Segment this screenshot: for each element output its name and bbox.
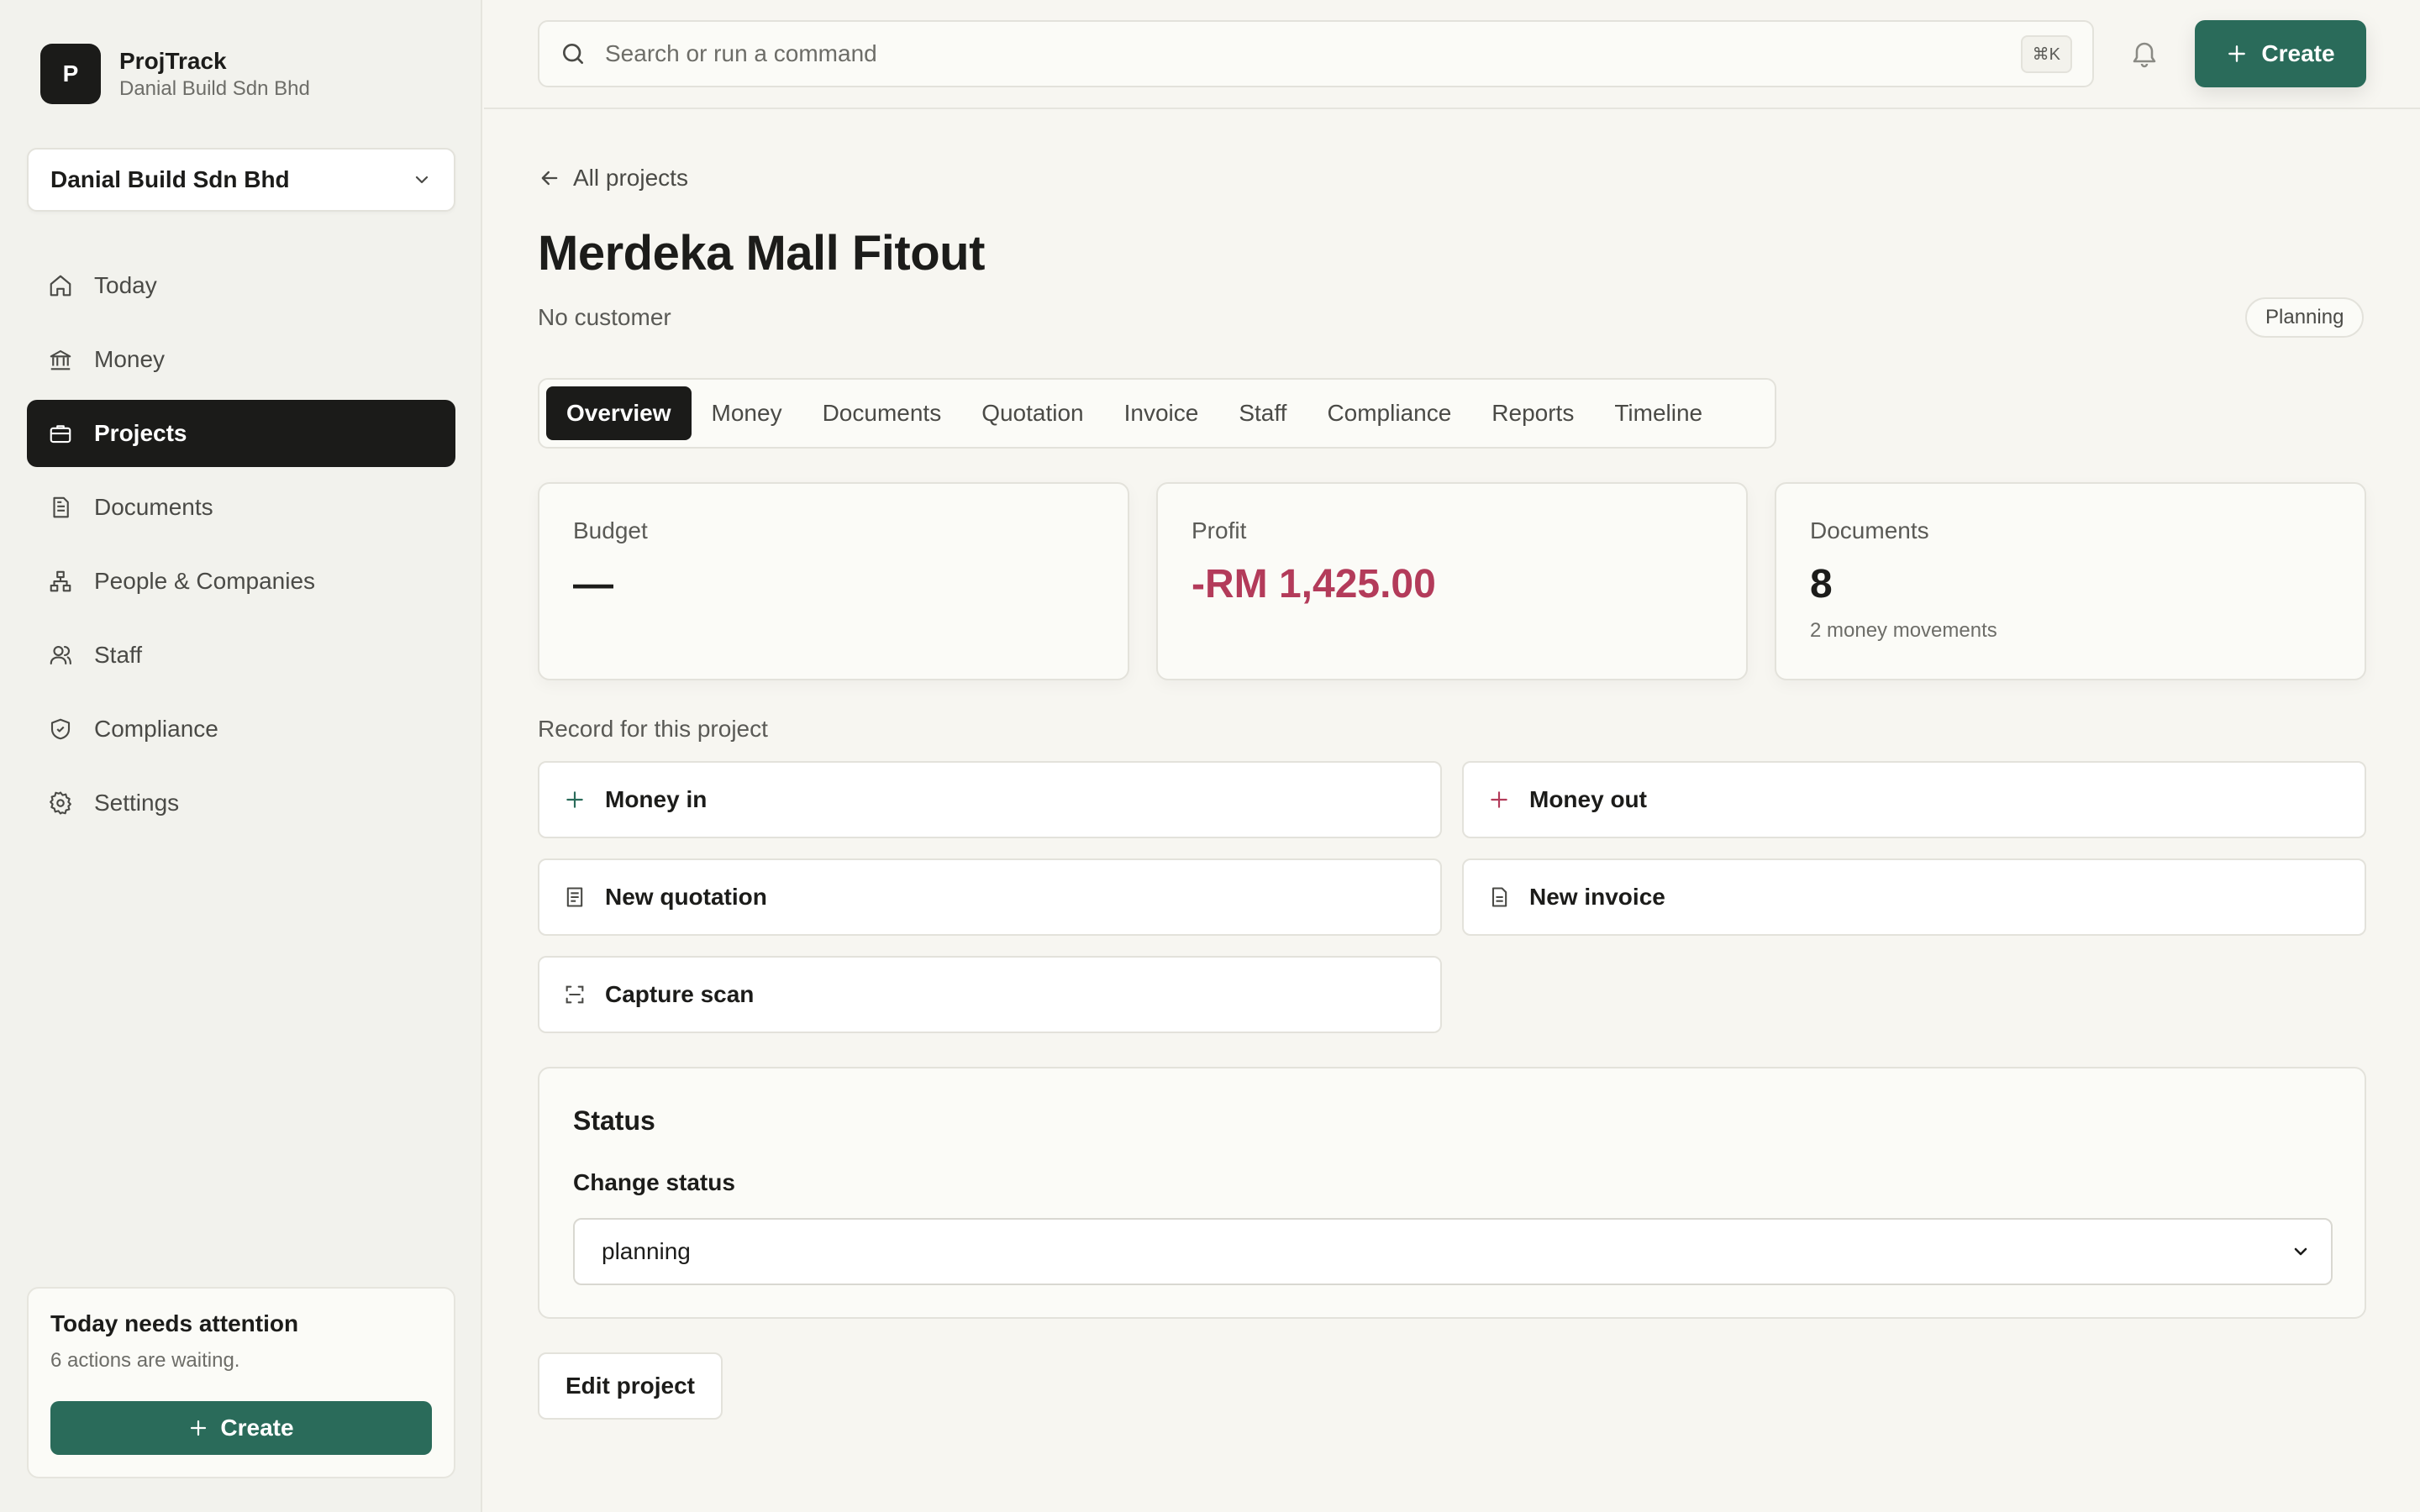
home-icon xyxy=(45,270,76,301)
budget-card: Budget — xyxy=(538,482,1129,680)
project-tabs: Overview Money Documents Quotation Invoi… xyxy=(538,378,1776,449)
sidebar-item-people-companies[interactable]: People & Companies xyxy=(27,548,455,615)
documents-sub: 2 money movements xyxy=(1810,619,1997,642)
tab-compliance[interactable]: Compliance xyxy=(1307,386,1471,440)
gear-icon xyxy=(45,788,76,818)
sidebar-create-label: Create xyxy=(220,1415,294,1441)
sidebar-item-label: Staff xyxy=(94,642,143,668)
money-in-label: Money in xyxy=(605,786,708,812)
plus-icon xyxy=(561,786,588,813)
users-icon xyxy=(45,640,76,670)
shortcut-hint: ⌘K xyxy=(2020,34,2072,73)
new-quotation-label: New quotation xyxy=(605,884,767,910)
document-icon xyxy=(1486,884,1512,911)
sidebar-item-label: Compliance xyxy=(94,716,218,742)
sidebar-item-label: Documents xyxy=(94,494,213,520)
brand-subtitle: Danial Build Sdn Bhd xyxy=(119,77,310,100)
tab-quotation[interactable]: Quotation xyxy=(961,386,1103,440)
new-quotation-button[interactable]: New quotation xyxy=(538,858,1442,936)
tab-timeline[interactable]: Timeline xyxy=(1594,386,1723,440)
sidebar-item-documents[interactable]: Documents xyxy=(27,474,455,541)
record-section-label: Record for this project xyxy=(538,716,768,742)
sidebar-nav: Today Money Projects Documents People & … xyxy=(27,252,455,843)
sidebar: P ProjTrack Danial Build Sdn Bhd Danial … xyxy=(0,0,482,1512)
sidebar-item-projects[interactable]: Projects xyxy=(27,400,455,467)
documents-value: 8 xyxy=(1810,562,1833,606)
money-in-button[interactable]: Money in xyxy=(538,761,1442,838)
sidebar-item-label: Today xyxy=(94,272,157,298)
page-title: Merdeka Mall Fitout xyxy=(538,226,985,281)
organization-selector-value: Danial Build Sdn Bhd xyxy=(50,166,290,192)
profit-label: Profit xyxy=(1192,517,1247,543)
chevron-down-icon xyxy=(2291,1242,2311,1262)
status-select[interactable]: planning xyxy=(573,1218,2333,1285)
search-placeholder: Search or run a command xyxy=(605,40,877,66)
budget-value: — xyxy=(573,562,613,606)
back-to-projects-link[interactable]: All projects xyxy=(538,165,688,192)
status-badge: Planning xyxy=(2245,297,2365,338)
status-section-title: Status xyxy=(573,1105,655,1136)
command-search[interactable]: Search or run a command ⌘K xyxy=(538,20,2094,87)
back-label: All projects xyxy=(573,165,688,191)
bell-icon[interactable] xyxy=(2126,35,2163,72)
sidebar-item-settings[interactable]: Settings xyxy=(27,769,455,837)
sidebar-item-label: Money xyxy=(94,346,166,372)
tab-money[interactable]: Money xyxy=(692,386,802,440)
profit-value: -RM 1,425.00 xyxy=(1192,562,1436,606)
search-icon xyxy=(560,40,587,67)
money-out-label: Money out xyxy=(1529,786,1647,812)
status-select-value: planning xyxy=(602,1238,691,1264)
shield-icon xyxy=(45,714,76,744)
new-invoice-label: New invoice xyxy=(1529,884,1665,910)
brand-name: ProjTrack xyxy=(119,48,227,74)
arrow-left-icon xyxy=(538,166,573,190)
budget-label: Budget xyxy=(573,517,648,543)
attention-title: Today needs attention xyxy=(50,1310,299,1336)
scan-icon xyxy=(561,981,588,1008)
plus-icon xyxy=(1486,786,1512,813)
profit-card: Profit -RM 1,425.00 xyxy=(1156,482,1748,680)
organization-selector[interactable]: Danial Build Sdn Bhd xyxy=(27,148,455,212)
top-bar: Search or run a command ⌘K Create xyxy=(484,0,2420,109)
attention-subtitle: 6 actions are waiting. xyxy=(50,1349,240,1372)
project-customer: No customer xyxy=(538,304,671,330)
plus-icon xyxy=(188,1418,208,1438)
receipt-icon xyxy=(561,884,588,911)
org-chart-icon xyxy=(45,566,76,596)
create-button[interactable]: Create xyxy=(2195,20,2366,87)
change-status-label: Change status xyxy=(573,1169,735,1195)
documents-label: Documents xyxy=(1810,517,1929,543)
sidebar-item-compliance[interactable]: Compliance xyxy=(27,696,455,763)
sidebar-item-today[interactable]: Today xyxy=(27,252,455,319)
document-icon xyxy=(45,492,76,522)
sidebar-item-label: Settings xyxy=(94,790,180,816)
edit-project-button[interactable]: Edit project xyxy=(538,1352,723,1420)
bank-icon xyxy=(45,344,76,375)
sidebar-create-button[interactable]: Create xyxy=(50,1401,432,1455)
create-label: Create xyxy=(2261,40,2335,66)
sidebar-item-label: People & Companies xyxy=(94,568,316,594)
documents-card: Documents 8 2 money movements xyxy=(1775,482,2366,680)
sidebar-item-label: Projects xyxy=(94,420,187,446)
status-section: Status Change status planning xyxy=(538,1067,2366,1319)
new-invoice-button[interactable]: New invoice xyxy=(1462,858,2366,936)
capture-scan-label: Capture scan xyxy=(605,981,755,1007)
tab-overview[interactable]: Overview xyxy=(546,386,692,440)
tab-documents[interactable]: Documents xyxy=(802,386,962,440)
attention-card: Today needs attention 6 actions are wait… xyxy=(27,1287,455,1478)
sidebar-item-money[interactable]: Money xyxy=(27,326,455,393)
tab-invoice[interactable]: Invoice xyxy=(1104,386,1219,440)
tab-staff[interactable]: Staff xyxy=(1218,386,1307,440)
tab-reports[interactable]: Reports xyxy=(1471,386,1594,440)
capture-scan-button[interactable]: Capture scan xyxy=(538,956,1442,1033)
plus-icon xyxy=(2226,43,2248,65)
brand[interactable]: P ProjTrack Danial Build Sdn Bhd xyxy=(40,44,310,104)
money-out-button[interactable]: Money out xyxy=(1462,761,2366,838)
sidebar-item-staff[interactable]: Staff xyxy=(27,622,455,689)
briefcase-icon xyxy=(45,418,76,449)
brand-logo: P xyxy=(40,44,101,104)
chevron-down-icon xyxy=(412,170,432,190)
